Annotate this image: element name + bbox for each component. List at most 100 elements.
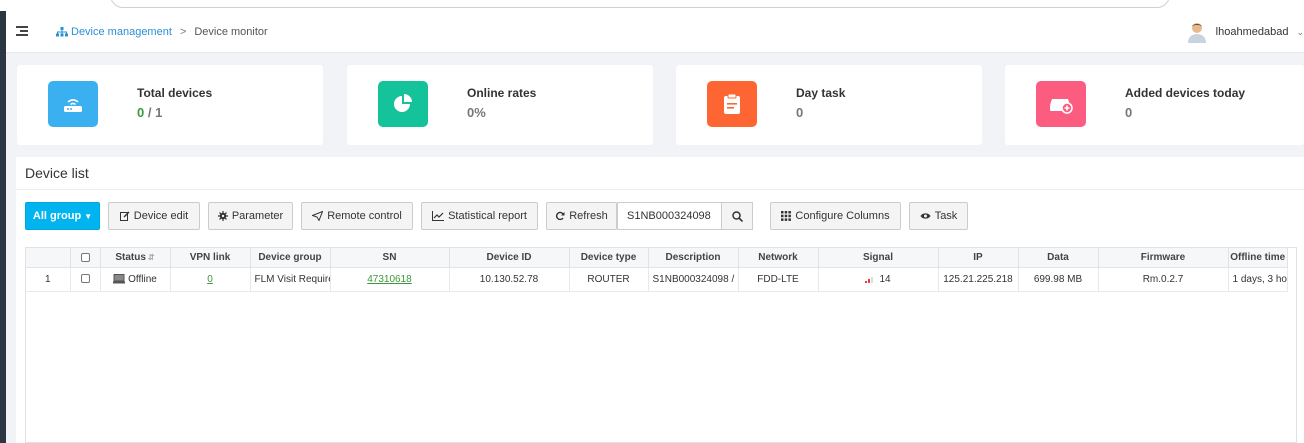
row-sn: 47310618	[330, 267, 450, 292]
refresh-label: Refresh	[569, 210, 608, 222]
header-select-all	[70, 248, 101, 268]
configure-columns-label: Configure Columns	[795, 210, 890, 222]
avatar	[1187, 23, 1206, 43]
header-ip: IP	[938, 248, 1019, 268]
search-button[interactable]	[721, 202, 753, 230]
pie-chart-icon	[378, 81, 428, 127]
select-all-checkbox[interactable]	[80, 252, 90, 262]
header-sn: SN	[330, 248, 450, 268]
row-offline-time: 1 days, 3 hours, 3 minutes	[1228, 267, 1288, 292]
table-header-row: Status ⇵ VPN link Device group SN Device …	[26, 248, 1288, 268]
stat-card-total-devices: Total devices 0 / 1	[17, 65, 323, 145]
header-device-group: Device group	[250, 248, 331, 268]
clipboard-icon	[707, 81, 757, 127]
header-index	[26, 248, 71, 268]
top-bar: Device management > Device monitor lhoah…	[6, 11, 1304, 53]
header-firmware: Firmware	[1098, 248, 1229, 268]
stat-title: Online rates	[467, 86, 537, 100]
header-vpn-link: VPN link	[170, 248, 251, 268]
all-group-dropdown[interactable]: All group ▼	[25, 202, 100, 230]
row-network: FDD-LTE	[738, 267, 819, 292]
row-index: 1	[26, 267, 71, 292]
vpn-link[interactable]: 0	[207, 274, 213, 285]
all-group-label: All group	[32, 210, 82, 222]
sn-link[interactable]: 47310618	[367, 274, 412, 285]
row-data: 699.98 MB	[1018, 267, 1099, 292]
header-status-label: Status	[115, 251, 146, 263]
header-device-type: Device type	[569, 248, 649, 268]
header-signal: Signal	[818, 248, 939, 268]
stat-card-added-devices-today: Added devices today 0	[1005, 65, 1304, 145]
count-separator: /	[144, 105, 156, 120]
stat-title: Total devices	[137, 86, 213, 100]
configure-columns-button[interactable]: Configure Columns	[770, 202, 901, 230]
stat-card-day-task: Day task 0	[676, 65, 982, 145]
stat-title: Added devices today	[1125, 86, 1246, 100]
status-text: Offline	[128, 273, 157, 285]
remote-control-button[interactable]: Remote control	[301, 202, 413, 230]
header-network: Network	[738, 248, 819, 268]
breadcrumb-current: Device monitor	[194, 26, 268, 38]
row-firmware: Rm.0.2.7	[1098, 267, 1229, 292]
caret-down-icon: ▼	[84, 211, 93, 221]
sitemap-icon	[56, 27, 68, 37]
task-label: Task	[934, 210, 958, 222]
row-select	[70, 267, 101, 292]
edit-icon	[119, 211, 130, 221]
parameter-button[interactable]: Parameter	[208, 202, 293, 230]
sort-icon[interactable]: ⇵	[148, 253, 155, 262]
task-button[interactable]: Task	[909, 202, 968, 230]
divider	[16, 189, 1304, 190]
stat-value: 0 / 1	[137, 105, 162, 120]
row-status: Offline	[100, 267, 171, 292]
eye-icon	[920, 212, 931, 220]
router-icon	[48, 81, 98, 127]
app-window: Device management > Device monitor lhoah…	[6, 11, 1304, 443]
breadcrumb: Device management > Device monitor	[56, 26, 268, 38]
header-device-id: Device ID	[449, 248, 570, 268]
remote-control-label: Remote control	[327, 210, 402, 222]
send-icon	[312, 211, 324, 221]
device-edit-label: Device edit	[133, 210, 189, 222]
table-row[interactable]: 1 Offline 0 FLM Visit Required 47310618 …	[26, 267, 1288, 292]
stat-value: 0	[796, 105, 804, 120]
panel-title: Device list	[25, 165, 89, 181]
row-description: S1NB000324098 /	[648, 267, 739, 292]
row-checkbox[interactable]	[80, 274, 90, 284]
row-device-group: FLM Visit Required	[250, 267, 331, 292]
gear-icon	[217, 211, 228, 221]
user-name: lhoahmedabad	[1215, 26, 1289, 38]
stat-value: 0	[1125, 105, 1133, 120]
stat-value: 0%	[467, 105, 486, 120]
add-device-icon	[1036, 81, 1086, 127]
statistical-report-button[interactable]: Statistical report	[421, 202, 538, 230]
statistical-report-label: Statistical report	[448, 210, 527, 222]
browser-address-bar	[0, 0, 1304, 11]
total-count: 1	[155, 105, 163, 120]
breadcrumb-separator: >	[179, 26, 187, 38]
header-offline-time: Offline time	[1228, 248, 1288, 268]
refresh-icon	[555, 211, 565, 221]
header-data: Data	[1018, 248, 1099, 268]
row-vpn-link: 0	[170, 267, 251, 292]
refresh-button[interactable]: Refresh	[546, 202, 617, 230]
user-menu[interactable]: lhoahmedabad ⌄	[1186, 21, 1304, 43]
search-input[interactable]	[617, 202, 722, 230]
browser-url-field[interactable]	[110, 0, 1170, 8]
row-device-id: 10.130.52.78	[449, 267, 570, 292]
device-edit-button[interactable]: Device edit	[108, 202, 200, 230]
header-description: Description	[648, 248, 739, 268]
breadcrumb-device-management[interactable]: Device management	[71, 26, 172, 38]
computer-icon	[113, 273, 126, 284]
stat-title: Day task	[796, 86, 846, 100]
row-ip: 125.21.225.218	[938, 267, 1019, 292]
header-status[interactable]: Status ⇵	[100, 248, 171, 268]
stat-card-online-rates: Online rates 0%	[347, 65, 653, 145]
device-table: Status ⇵ VPN link Device group SN Device …	[25, 247, 1297, 443]
menu-toggle-icon[interactable]	[16, 26, 28, 36]
parameter-label: Parameter	[231, 210, 284, 222]
search-icon	[731, 210, 743, 222]
signal-value: 14	[879, 273, 891, 285]
device-list-panel: Device list All group ▼ Device edit Para…	[16, 157, 1304, 443]
row-device-type: ROUTER	[569, 267, 649, 292]
